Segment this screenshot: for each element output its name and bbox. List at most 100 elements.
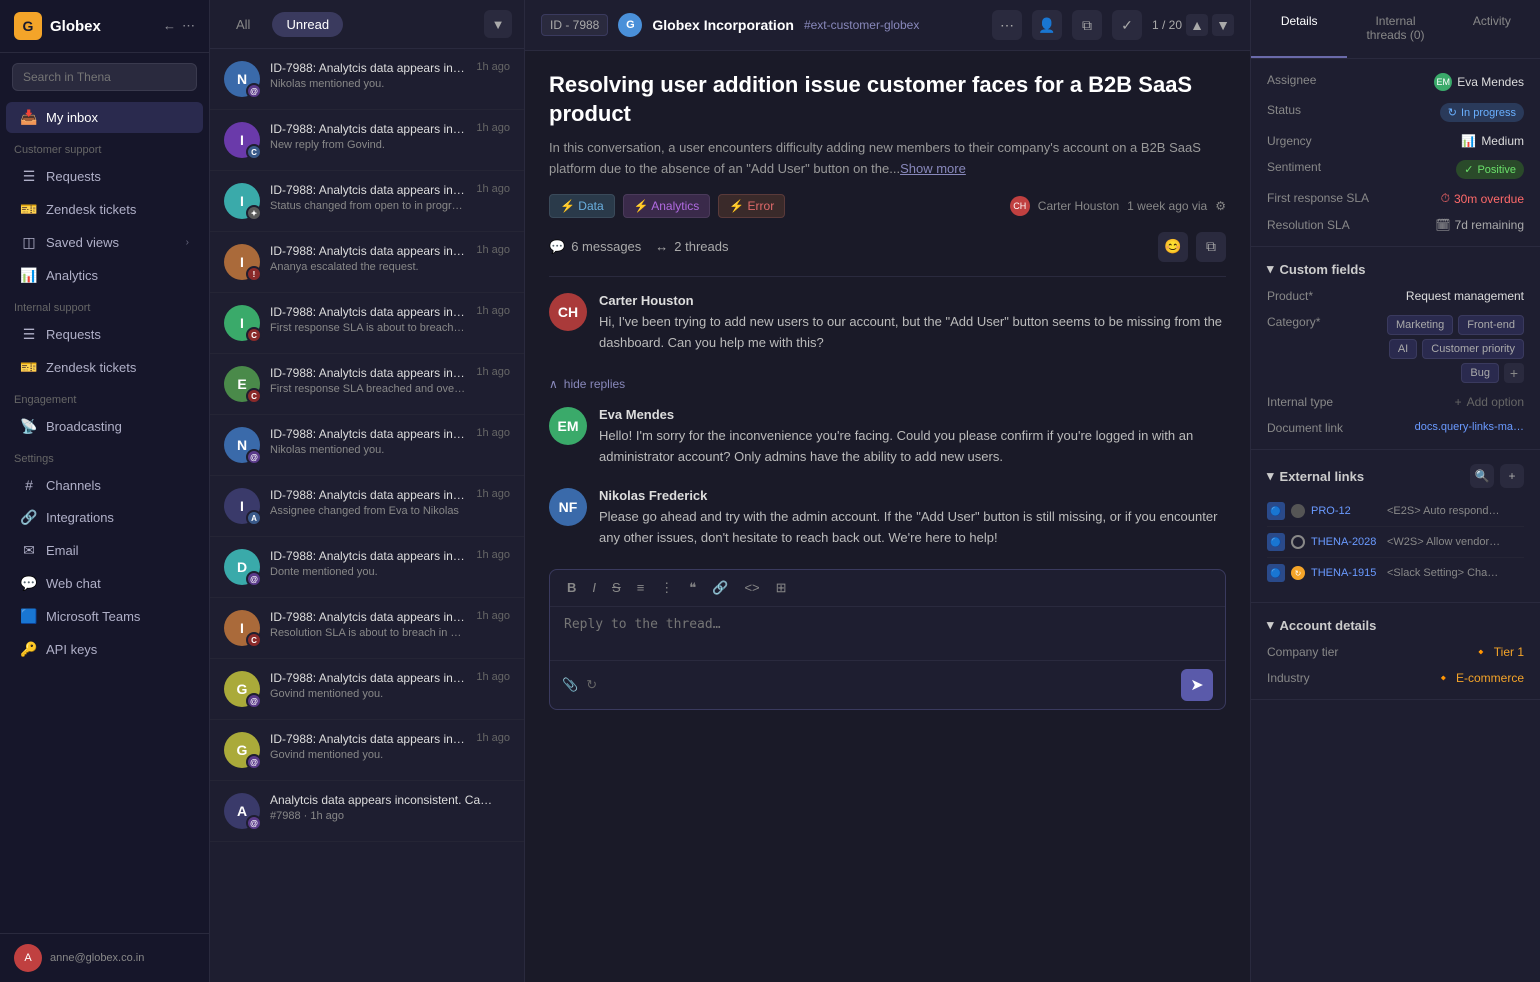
table-button[interactable]: ⊞ [771, 578, 792, 598]
badge: ! [246, 266, 262, 282]
thread-item[interactable]: I C ID-7988: Analytcis data appears inco… [210, 110, 524, 171]
thread-item[interactable]: E C ID-7988: Analytcis data appears inco… [210, 354, 524, 415]
tab-unread[interactable]: Unread [272, 12, 343, 37]
thread-item[interactable]: A @ Analytcis data appears inconsistent.… [210, 781, 524, 842]
tab-internal-threads[interactable]: Internal threads (0) [1347, 0, 1443, 58]
ext-link-thena2028[interactable]: 🔵 THENA-2028 <W2S> Allow vendor… [1267, 527, 1524, 558]
sidebar-item-analytics-cs[interactable]: 📊 Analytics [6, 260, 203, 291]
thread-subtitle: Donte mentioned you. [270, 566, 466, 578]
thread-item[interactable]: I C ID-7988: Analytcis data appears inco… [210, 598, 524, 659]
sidebar-item-my-inbox[interactable]: 📥 My inbox [6, 102, 203, 133]
check-button[interactable]: ✓ [1112, 10, 1142, 40]
custom-fields-title[interactable]: ▾ Custom fields [1267, 261, 1366, 277]
filter-button[interactable]: ▼ [484, 10, 512, 38]
italic-button[interactable]: I [587, 578, 601, 598]
hide-replies-button[interactable]: ∧ hide replies [549, 373, 1226, 395]
numbered-list-button[interactable]: ⋮ [655, 578, 678, 598]
reaction-button[interactable]: 😊 [1158, 232, 1188, 262]
thread-content: ID-7988: Analytcis data appears inconsis… [270, 122, 466, 151]
reply-input[interactable] [550, 607, 1225, 657]
add-external-button[interactable]: + [1500, 464, 1524, 488]
sidebar-item-requests-cs[interactable]: ☰ Requests [6, 161, 203, 192]
emoji-icon[interactable]: ↻ [586, 677, 597, 693]
pagination-down[interactable]: ▼ [1212, 14, 1234, 36]
more-options-button[interactable]: ⋯ [992, 10, 1022, 40]
pagination-up[interactable]: ▲ [1186, 14, 1208, 36]
analytics-tag[interactable]: ⚡ Analytics [623, 194, 711, 218]
thread-item[interactable]: I A ID-7988: Analytcis data appears inco… [210, 476, 524, 537]
thread-item[interactable]: G @ ID-7988: Analytcis data appears inco… [210, 659, 524, 720]
strikethrough-button[interactable]: S [607, 578, 626, 598]
zendesk-is-label: Zendesk tickets [46, 360, 136, 375]
attach-icon[interactable]: 📎 [562, 677, 578, 693]
thread-title: ID-7988: Analytcis data appears inconsis… [270, 671, 466, 685]
account-details-title[interactable]: ▾ Account details [1267, 617, 1376, 633]
sidebar-item-zendesk-is[interactable]: 🎫 Zendesk tickets [6, 352, 203, 383]
chip-ai[interactable]: AI [1389, 339, 1417, 359]
ext-link-thena1915[interactable]: 🔵 ↻ THENA-1915 <Slack Setting> Cha… [1267, 558, 1524, 588]
copy-conv-button[interactable]: ⧉ [1196, 232, 1226, 262]
search-input[interactable] [12, 63, 197, 91]
thread-title: ID-7988: Analytcis data appears inconsis… [270, 732, 466, 746]
show-more-link[interactable]: Show more [900, 161, 966, 176]
sidebar-item-broadcasting[interactable]: 📡 Broadcasting [6, 411, 203, 442]
code-button[interactable]: <> [739, 578, 764, 598]
tab-activity[interactable]: Activity [1444, 0, 1540, 58]
sidebar-item-microsoft-teams[interactable]: 🟦 Microsoft Teams [6, 601, 203, 632]
avatar: I A [224, 488, 260, 524]
chip-customer-priority[interactable]: Customer priority [1422, 339, 1524, 359]
chip-bug[interactable]: Bug [1461, 363, 1499, 383]
teams-icon: 🟦 [20, 608, 38, 625]
data-tag[interactable]: ⚡ Data [549, 194, 615, 218]
bullet-list-button[interactable]: ≡ [632, 578, 650, 598]
resolution-sla-value: 🗓 7d remaining [1435, 218, 1524, 232]
internal-type-value[interactable]: + Add option [1455, 395, 1524, 409]
assignee-name: Eva Mendes [1457, 75, 1524, 89]
tab-all[interactable]: All [222, 12, 264, 37]
send-button[interactable]: ➤ [1181, 669, 1213, 701]
web-chat-icon: 💬 [20, 575, 38, 592]
back-icon[interactable]: ← [163, 18, 176, 34]
link-button[interactable]: 🔗 [707, 578, 733, 598]
thread-item[interactable]: I ! ID-7988: Analytcis data appears inco… [210, 232, 524, 293]
chip-marketing[interactable]: Marketing [1387, 315, 1453, 335]
sidebar-item-saved-views[interactable]: ◫ Saved views › [6, 227, 203, 258]
add-chip-button[interactable]: + [1504, 363, 1524, 383]
thread-content: ID-7988: Analytcis data appears inconsis… [270, 183, 466, 212]
ext-link-label-t1915: <Slack Setting> Cha… [1387, 567, 1524, 579]
document-link-row: Document link docs.query-links-ma… [1267, 421, 1524, 435]
sidebar-item-email[interactable]: ✉ Email [6, 535, 203, 566]
thread-item[interactable]: I ✦ ID-7988: Analytcis data appears inco… [210, 171, 524, 232]
sidebar-item-web-chat[interactable]: 💬 Web chat [6, 568, 203, 599]
badge: A [246, 510, 262, 526]
ext-link-pro12[interactable]: 🔵 PRO-12 <E2S> Auto respond… [1267, 496, 1524, 527]
message-text: Hello! I'm sorry for the inconvenience y… [599, 426, 1226, 468]
sidebar-item-zendesk-cs[interactable]: 🎫 Zendesk tickets [6, 194, 203, 225]
copy-button[interactable]: ⧉ [1072, 10, 1102, 40]
error-tag[interactable]: ⚡ Error [718, 194, 785, 218]
chip-front-end[interactable]: Front-end [1458, 315, 1524, 335]
bold-button[interactable]: B [562, 578, 581, 598]
thread-title: ID-7988: Analytcis data appears inconsis… [270, 610, 466, 624]
sidebar-item-channels[interactable]: # Channels [6, 470, 203, 500]
thread-title: ID-7988: Analytcis data appears inconsis… [270, 427, 466, 441]
thread-item[interactable]: G @ ID-7988: Analytcis data appears inco… [210, 720, 524, 781]
sidebar-item-integrations[interactable]: 🔗 Integrations [6, 502, 203, 533]
thread-content: ID-7988: Analytcis data appears inconsis… [270, 244, 466, 273]
search-external-button[interactable]: 🔍 [1470, 464, 1494, 488]
company-tier-row: Company tier 🔸 Tier 1 [1267, 645, 1524, 659]
sidebar-item-api-keys[interactable]: 🔑 API keys [6, 634, 203, 665]
tab-details[interactable]: Details [1251, 0, 1347, 58]
more-icon[interactable]: ⋯ [182, 18, 195, 34]
custom-fields-label: Custom fields [1280, 262, 1366, 277]
thread-item[interactable]: D @ ID-7988: Analytcis data appears inco… [210, 537, 524, 598]
blockquote-button[interactable]: ❝ [684, 578, 701, 598]
sidebar-item-requests-is[interactable]: ☰ Requests [6, 319, 203, 350]
thread-item[interactable]: N @ ID-7988: Analytcis data appears inco… [210, 49, 524, 110]
doc-link-text[interactable]: docs.query-links-ma… [1415, 421, 1524, 433]
sidebar-header: G Globex ← ⋯ [0, 0, 209, 53]
external-links-title[interactable]: ▾ External links [1267, 468, 1364, 484]
thread-item[interactable]: N @ ID-7988: Analytcis data appears inco… [210, 415, 524, 476]
person-icon-button[interactable]: 👤 [1032, 10, 1062, 40]
thread-item[interactable]: I C ID-7988: Analytcis data appears inco… [210, 293, 524, 354]
